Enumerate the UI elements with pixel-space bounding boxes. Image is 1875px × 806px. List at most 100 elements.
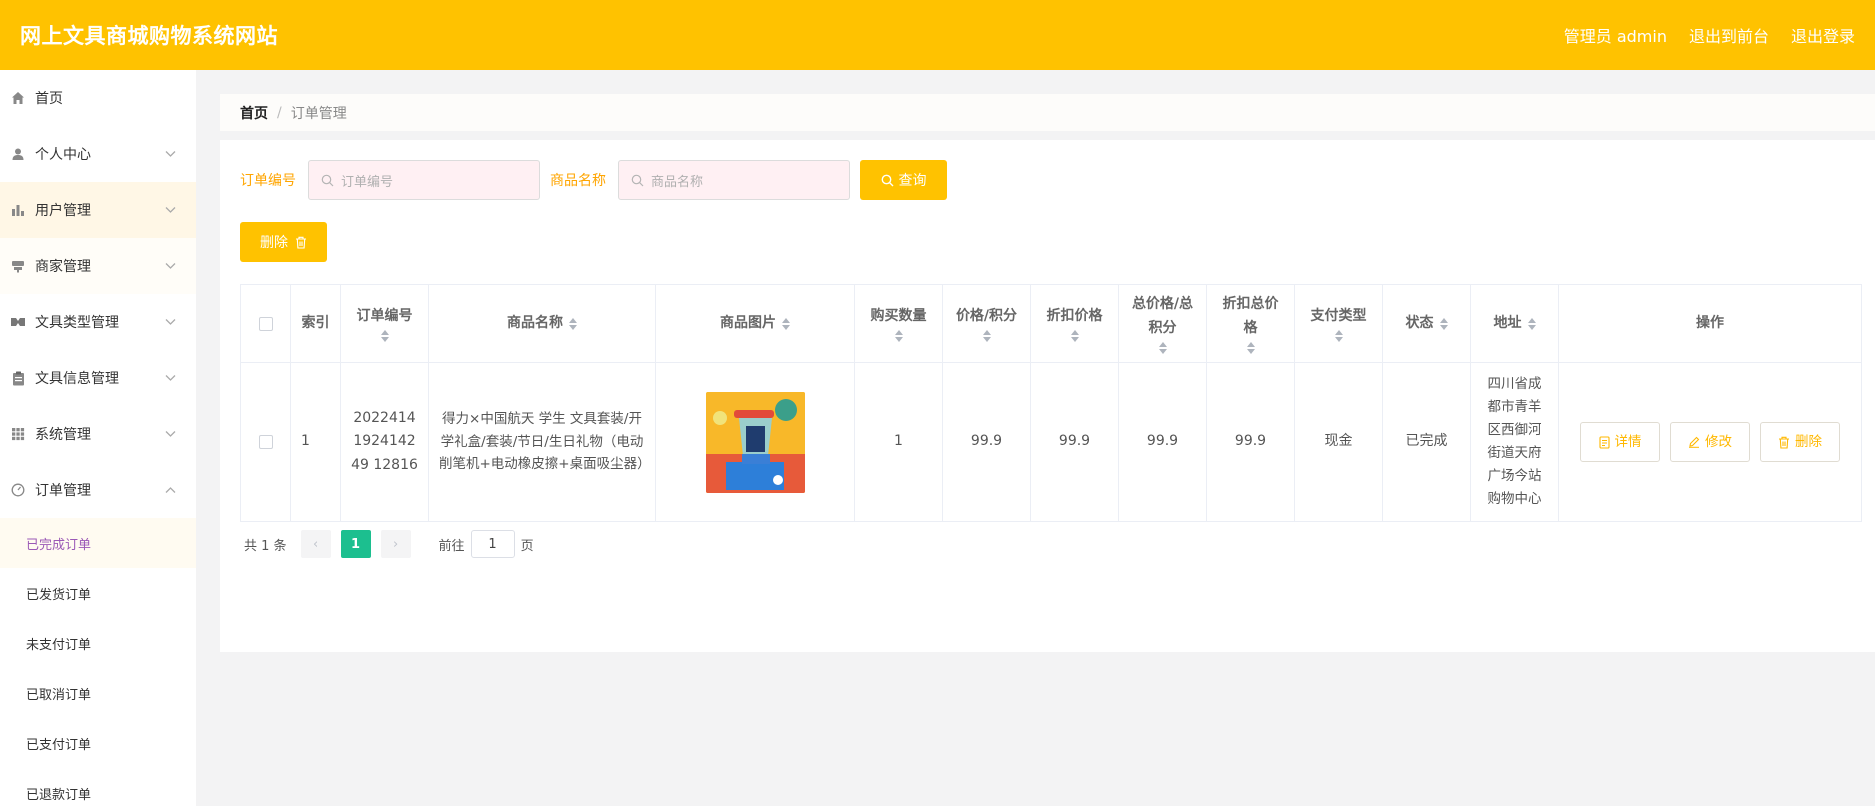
sidebar-item-orders[interactable]: 订单管理 <box>0 462 196 518</box>
col-discount-price-label: 折扣价格 <box>1046 307 1103 324</box>
col-pay-type[interactable]: 支付类型 <box>1295 285 1383 362</box>
col-product-image-label: 商品图片 <box>720 314 776 331</box>
cell-index: 1 <box>291 363 341 521</box>
breadcrumb-current: 订单管理 <box>290 105 347 122</box>
sort-icon <box>982 330 991 343</box>
col-address[interactable]: 地址 <box>1471 285 1559 362</box>
chevron-down-icon <box>165 428 176 441</box>
exit-to-front-link[interactable]: 退出到前台 <box>1689 23 1769 47</box>
product-thumbnail[interactable] <box>705 391 805 493</box>
delete-row-button[interactable]: 删除 <box>1760 422 1840 462</box>
search-icon <box>631 174 644 186</box>
sidebar-item-system[interactable]: 系统管理 <box>0 406 196 462</box>
col-discount-total[interactable]: 折扣总价格 <box>1207 285 1295 362</box>
header-actions: 管理员 admin 退出到前台 退出登录 <box>1564 23 1855 47</box>
bar-chart-icon <box>10 202 26 218</box>
row-checkbox-cell <box>241 363 291 521</box>
query-button[interactable]: 查询 <box>860 160 947 200</box>
sidebar-sub-completed-orders[interactable]: 已完成订单 <box>0 518 196 568</box>
sidebar-item-label: 系统管理 <box>35 427 91 443</box>
col-product-name[interactable]: 商品名称 <box>429 285 656 362</box>
document-icon <box>1598 435 1610 449</box>
logout-link[interactable]: 退出登录 <box>1791 23 1855 47</box>
col-product-image[interactable]: 商品图片 <box>656 285 855 362</box>
breadcrumb: 首页 / 订单管理 <box>220 94 1875 131</box>
order-no-input[interactable]: 订单编号 <box>308 160 540 200</box>
sidebar-item-label: 文具类型管理 <box>35 315 119 331</box>
order-no-label: 订单编号 <box>240 173 296 189</box>
user-icon <box>10 146 26 162</box>
sidebar-item-home[interactable]: 首页 <box>0 70 196 126</box>
cell-product-name: 得力×中国航天 学生 文具套装/开学礼盒/套装/节日/生日礼物（电动削笔机+电动… <box>429 363 656 521</box>
sidebar-sub-cancelled-orders[interactable]: 已取消订单 <box>0 668 196 718</box>
trash-icon <box>1779 436 1789 449</box>
breadcrumb-separator: / <box>277 104 282 121</box>
col-operations: 操作 <box>1696 314 1724 331</box>
product-name-placeholder: 商品名称 <box>651 174 704 190</box>
product-name-label: 商品名称 <box>550 173 606 189</box>
sidebar: 首页 个人中心 用户管理 商家管理 文具类型管理 文具信息管理 系统管理 订单管… <box>0 70 196 806</box>
sidebar-sub-paid-orders[interactable]: 已支付订单 <box>0 718 196 768</box>
sort-icon <box>782 317 790 330</box>
prev-page-button[interactable]: ‹ <box>300 530 331 558</box>
trash-icon <box>296 236 306 249</box>
pencil-icon <box>1689 436 1700 448</box>
main-content: 首页 / 订单管理 订单编号 订单编号 商品名称 商品名称 查询 删除 索引 订… <box>196 70 1875 806</box>
product-name-input[interactable]: 商品名称 <box>618 160 850 200</box>
orders-submenu: 已完成订单 已发货订单 未支付订单 已取消订单 已支付订单 已退款订单 <box>0 518 196 806</box>
sidebar-item-personal[interactable]: 个人中心 <box>0 126 196 182</box>
col-price[interactable]: 价格/积分 <box>943 285 1031 362</box>
col-total-price[interactable]: 总价格/总积分 <box>1119 285 1207 362</box>
site-title: 网上文具商城购物系统网站 <box>20 24 278 48</box>
col-order-no-label: 订单编号 <box>356 307 413 324</box>
col-discount-total-label: 折扣总价格 <box>1222 296 1279 336</box>
goto-suffix: 页 <box>520 538 534 554</box>
col-quantity-label: 购买数量 <box>870 307 927 324</box>
query-button-label: 查询 <box>898 173 927 189</box>
col-total-price-label: 总价格/总积分 <box>1131 296 1194 336</box>
grid-icon <box>10 426 26 442</box>
next-page-button[interactable]: › <box>380 530 411 558</box>
cell-order-no: 2022414192414249 12816 <box>341 363 429 521</box>
sort-icon <box>1070 330 1079 343</box>
chevron-down-icon <box>165 316 176 329</box>
breadcrumb-home[interactable]: 首页 <box>240 103 268 123</box>
col-discount-price[interactable]: 折扣价格 <box>1031 285 1119 362</box>
orders-table: 索引 订单编号 商品名称 商品图片 购买数量 价格/积分 折扣价格 总价格/总积… <box>240 284 1862 522</box>
col-product-name-label: 商品名称 <box>507 314 563 331</box>
top-header: 网上文具商城购物系统网站 管理员 admin 退出到前台 退出登录 <box>0 0 1875 70</box>
cell-total-price: 99.9 <box>1119 363 1207 521</box>
goto-page: 前往 1 页 <box>439 530 534 558</box>
sidebar-item-users[interactable]: 用户管理 <box>0 182 196 238</box>
sort-icon <box>380 330 389 343</box>
cell-address: 四川省成都市青羊区西御河街道天府广场今站购物中心 <box>1471 363 1559 521</box>
col-price-label: 价格/积分 <box>955 307 1018 324</box>
sort-icon <box>894 330 903 343</box>
page-button-1[interactable]: 1 <box>340 530 371 558</box>
cell-discount-total: 99.9 <box>1207 363 1295 521</box>
sidebar-item-label: 首页 <box>35 91 63 107</box>
col-quantity[interactable]: 购买数量 <box>855 285 943 362</box>
col-order-no[interactable]: 订单编号 <box>341 285 429 362</box>
table-header-row: 索引 订单编号 商品名称 商品图片 购买数量 价格/积分 折扣价格 总价格/总积… <box>241 285 1861 363</box>
table-row: 1 2022414192414249 12816 得力×中国航天 学生 文具套装… <box>241 363 1861 521</box>
detail-button[interactable]: 详情 <box>1580 422 1660 462</box>
detail-button-label: 详情 <box>1614 433 1642 450</box>
sidebar-item-merchants[interactable]: 商家管理 <box>0 238 196 294</box>
sidebar-sub-refunded-orders[interactable]: 已退款订单 <box>0 768 196 806</box>
sidebar-sub-shipped-orders[interactable]: 已发货订单 <box>0 568 196 618</box>
search-icon <box>321 174 334 186</box>
sidebar-item-stationery-types[interactable]: 文具类型管理 <box>0 294 196 350</box>
sidebar-item-stationery-info[interactable]: 文具信息管理 <box>0 350 196 406</box>
pagination-total: 共 1 条 <box>244 538 287 554</box>
row-checkbox[interactable] <box>258 435 273 449</box>
sort-icon <box>1527 317 1536 330</box>
bulk-delete-button[interactable]: 删除 <box>240 222 327 262</box>
orders-card: 订单编号 订单编号 商品名称 商品名称 查询 删除 索引 订单编号 商品名称 商… <box>220 140 1875 652</box>
sidebar-item-label: 商家管理 <box>35 259 91 275</box>
col-status[interactable]: 状态 <box>1383 285 1471 362</box>
goto-page-input[interactable]: 1 <box>470 530 515 558</box>
select-all-checkbox[interactable] <box>258 316 273 331</box>
sidebar-sub-unpaid-orders[interactable]: 未支付订单 <box>0 618 196 668</box>
edit-button[interactable]: 修改 <box>1670 422 1750 462</box>
